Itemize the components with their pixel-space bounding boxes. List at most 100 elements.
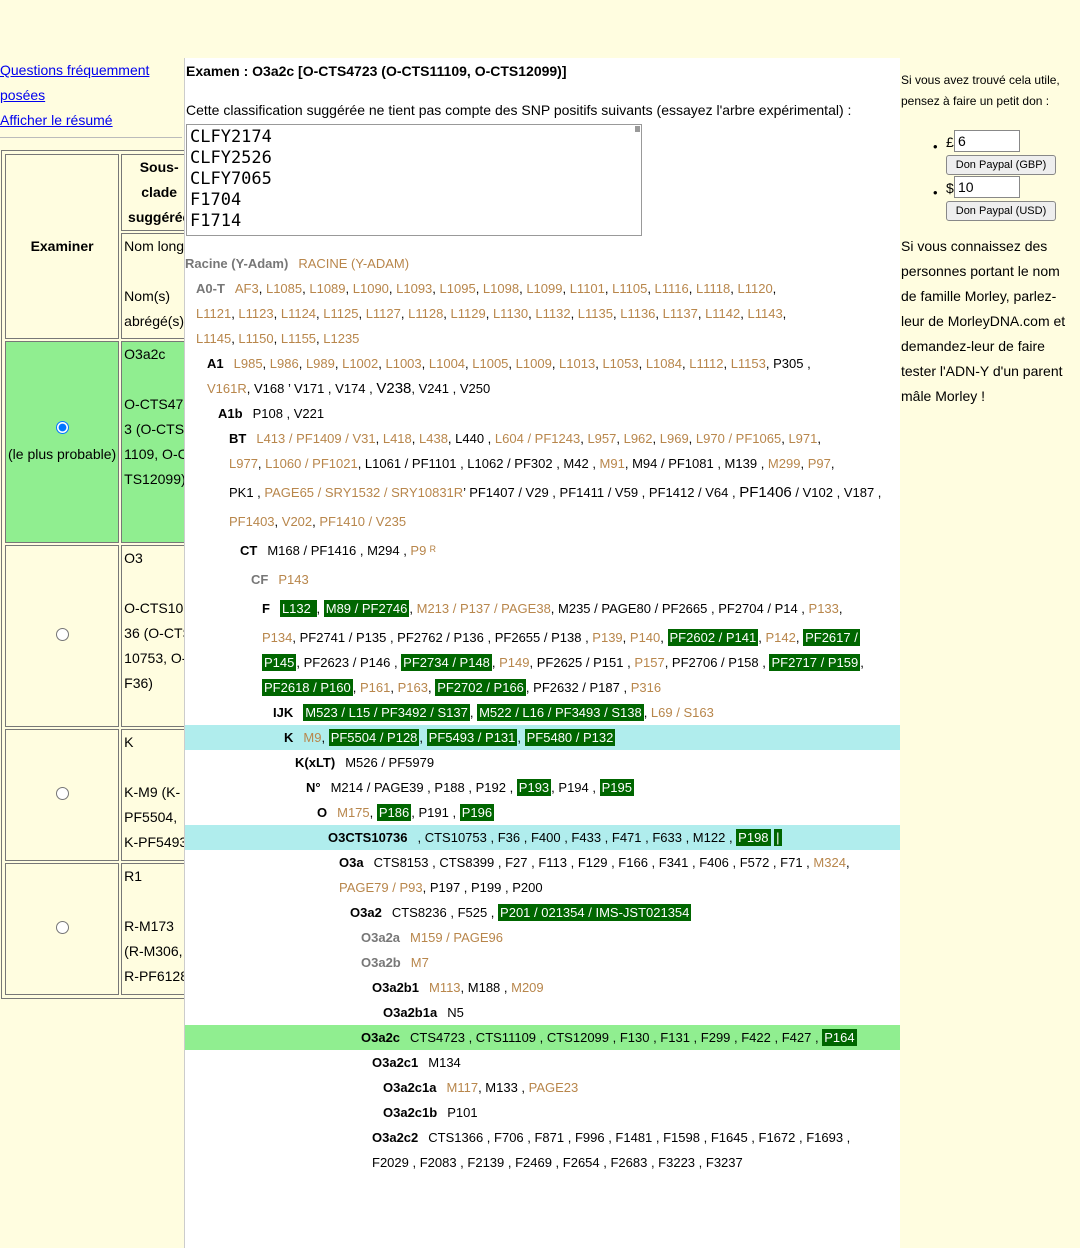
snp-unknown[interactable]: L1013 <box>559 356 595 371</box>
snp-positive[interactable]: P201 / 021354 / IMS-JST021354 <box>498 904 692 921</box>
snp-unknown[interactable]: L1124 <box>281 306 316 321</box>
candidate-radio-r1[interactable] <box>55 920 69 934</box>
haplogroup-name[interactable]: O3a2c1 <box>372 1055 418 1070</box>
haplogroup-name[interactable]: K(xLT) <box>295 755 335 770</box>
snp-unknown[interactable]: V202 <box>282 514 312 529</box>
haplogroup-name[interactable]: IJK <box>273 705 293 720</box>
snp-positive[interactable]: | <box>774 829 782 846</box>
snp-positive[interactable]: P164 <box>822 1029 857 1046</box>
snp-unknown[interactable]: L1150 <box>238 331 273 346</box>
snp-unknown[interactable]: M213 / P137 / PAGE38 <box>417 601 551 616</box>
snp-unknown[interactable]: L985 <box>234 356 263 371</box>
snp-unknown[interactable]: M324 <box>813 855 846 870</box>
snp-unknown[interactable]: M159 / PAGE96 <box>410 930 503 945</box>
candidate-radio-k[interactable] <box>55 786 69 800</box>
snp-unknown[interactable]: L1116 <box>655 281 689 296</box>
unused-snp-textarea[interactable]: CLFY2174 CLFY2526 CLFY7065 F1704 F1714 <box>186 124 642 236</box>
snp-label[interactable]: PF1406 <box>739 484 792 501</box>
snp-unknown[interactable]: M175 <box>337 805 370 820</box>
haplogroup-name[interactable]: N° <box>306 780 321 795</box>
snp-unknown[interactable]: ᴿ <box>426 543 436 558</box>
snp-unknown[interactable]: L957 <box>587 431 616 446</box>
snp-label[interactable]: V238 <box>376 380 411 397</box>
haplogroup-name[interactable]: CF <box>251 572 268 587</box>
snp-unknown[interactable]: L1235 <box>323 331 359 346</box>
snp-unknown[interactable]: L1003 <box>385 356 421 371</box>
snp-positive[interactable]: M89 / PF2746 <box>323 600 410 617</box>
snp-unknown[interactable]: L962 <box>624 431 653 446</box>
snp-unknown[interactable]: L438 <box>419 431 448 446</box>
snp-unknown[interactable]: L1089 <box>309 281 345 296</box>
snp-unknown[interactable]: L1121 <box>196 306 231 321</box>
summary-link[interactable]: Afficher le résumé <box>0 112 113 128</box>
haplogroup-name[interactable]: A1b <box>218 406 243 421</box>
snp-unknown[interactable]: L1004 <box>429 356 465 371</box>
haplogroup-name[interactable]: A1 <box>207 356 224 371</box>
snp-positive[interactable]: L132 <box>279 600 317 617</box>
snp-unknown[interactable]: L1101 <box>570 281 605 296</box>
snp-unknown[interactable]: RACINE (Y-ADAM) <box>298 256 409 271</box>
snp-unknown[interactable]: P134 <box>262 630 292 645</box>
snp-unknown[interactable]: L1132 <box>535 306 570 321</box>
snp-unknown[interactable]: L1099 <box>526 281 562 296</box>
snp-unknown[interactable]: L1118 <box>696 281 730 296</box>
snp-positive[interactable]: P195 <box>599 779 634 796</box>
snp-unknown[interactable]: L69 / S163 <box>651 705 714 720</box>
snp-positive[interactable]: PF2717 / P159 <box>769 654 861 671</box>
snp-unknown[interactable]: M299 <box>768 456 801 471</box>
snp-unknown[interactable]: PAGE79 / P93 <box>339 880 423 895</box>
snp-unknown[interactable]: L1009 <box>516 356 552 371</box>
snp-unknown[interactable]: L1005 <box>472 356 508 371</box>
gbp-amount-input[interactable]: 6 <box>954 130 1020 152</box>
haplogroup-name[interactable]: O3CTS10736 <box>328 830 408 845</box>
snp-positive[interactable]: P145 <box>262 654 297 671</box>
haplogroup-name[interactable]: O <box>317 805 327 820</box>
snp-unknown[interactable]: L418 <box>383 431 412 446</box>
snp-unknown[interactable]: L1137 <box>663 306 698 321</box>
snp-positive[interactable]: PF2618 / P160 <box>262 679 353 696</box>
haplogroup-name[interactable]: Racine (Y-Adam) <box>185 256 288 271</box>
snp-unknown[interactable]: PAGE23 <box>529 1080 579 1095</box>
snp-unknown[interactable]: L970 / PF1065 <box>696 431 781 446</box>
snp-unknown[interactable]: L604 / PF1243 <box>495 431 580 446</box>
snp-unknown[interactable]: L1143 <box>747 306 782 321</box>
snp-unknown[interactable]: L969 <box>660 431 689 446</box>
snp-positive[interactable]: M522 / L16 / PF3493 / S138 <box>477 704 644 721</box>
snp-unknown[interactable]: L986 <box>270 356 299 371</box>
snp-positive[interactable]: M523 / L15 / PF3492 / S137 <box>303 704 470 721</box>
snp-unknown[interactable]: AF3 <box>235 281 259 296</box>
snp-unknown[interactable]: M113 <box>429 980 461 995</box>
snp-positive[interactable]: PF2702 / P166 <box>435 679 526 696</box>
snp-unknown[interactable]: L1142 <box>705 306 740 321</box>
snp-unknown[interactable]: L971 <box>788 431 817 446</box>
snp-positive[interactable]: P193 <box>516 779 552 796</box>
snp-unknown[interactable]: M9 <box>303 730 321 745</box>
haplogroup-name[interactable]: O3a <box>339 855 364 870</box>
snp-unknown[interactable]: P133 <box>809 601 839 616</box>
haplogroup-name[interactable]: CT <box>240 543 257 558</box>
snp-unknown[interactable]: P316 <box>631 680 661 695</box>
snp-unknown[interactable]: P97 <box>808 456 831 471</box>
snp-unknown[interactable]: L977 <box>229 456 258 471</box>
haplogroup-name[interactable]: O3a2b1 <box>372 980 419 995</box>
snp-unknown[interactable]: L1123 <box>238 306 273 321</box>
snp-unknown[interactable]: L1093 <box>396 281 432 296</box>
snp-unknown[interactable]: L1098 <box>483 281 519 296</box>
snp-unknown[interactable]: PF1410 / V235 <box>319 514 406 529</box>
snp-unknown[interactable]: M91 <box>600 456 625 471</box>
snp-unknown[interactable]: L1002 <box>342 356 378 371</box>
paypal-usd-button[interactable]: Don Paypal (USD) <box>946 201 1056 221</box>
snp-unknown[interactable]: L1105 <box>612 281 647 296</box>
snp-positive[interactable]: PF2602 / P141 <box>667 629 759 646</box>
snp-positive[interactable]: P198 <box>736 829 771 846</box>
snp-unknown[interactable]: M117 <box>447 1080 479 1095</box>
snp-unknown[interactable]: M7 <box>411 955 429 970</box>
snp-unknown[interactable]: M209 <box>511 980 544 995</box>
haplogroup-name[interactable]: O3a2c1b <box>383 1105 437 1120</box>
usd-amount-input[interactable]: 10 <box>954 176 1020 198</box>
snp-unknown[interactable]: P161 <box>360 680 390 695</box>
snp-positive[interactable]: P186 <box>376 804 412 821</box>
snp-unknown[interactable]: L1145 <box>196 331 231 346</box>
haplogroup-name[interactable]: F <box>262 601 270 616</box>
snp-unknown[interactable]: L1084 <box>646 356 682 371</box>
